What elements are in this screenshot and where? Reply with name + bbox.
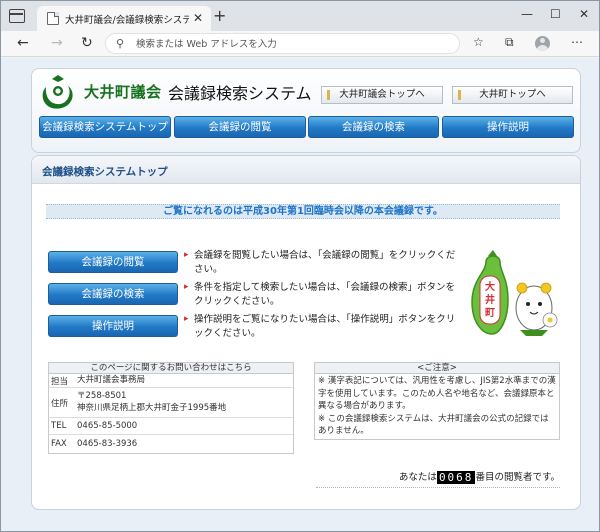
- tab-bar: 大井町議会/会議録検索システム ✕ + — ☐ ✕: [1, 1, 599, 31]
- site-title-town: 大井町議会: [84, 83, 162, 101]
- close-tab-icon[interactable]: ✕: [193, 11, 203, 25]
- browser-tab[interactable]: 大井町議会/会議録検索システム ✕: [37, 6, 211, 31]
- site-title-system: 会議録検索システム: [168, 84, 312, 103]
- counter-suffix: 番目の閲覧者です。: [475, 472, 560, 483]
- favorites-icon[interactable]: ☆: [473, 35, 484, 49]
- postal-code: 〒258-8501: [77, 391, 127, 401]
- caution-title: <ご注意>: [315, 363, 559, 374]
- maximize-icon[interactable]: ☐: [550, 7, 561, 21]
- contact-label: FAX: [51, 438, 67, 449]
- caution-notice: <ご注意> ※ 漢字表記については、汎用性を考慮し、JIS第2水準までの漢字を使…: [314, 362, 560, 440]
- contact-info: このページに関するお問い合わせはこちら 担当 大井町議会事務局 住所 〒258-…: [48, 362, 294, 454]
- contact-row: 住所 〒258-8501 神奈川県足柄上郡大井町金子1995番地: [49, 388, 293, 418]
- tab-actions-icon[interactable]: [9, 9, 25, 23]
- refresh-icon[interactable]: ↻: [81, 35, 93, 51]
- contact-row: TEL 0465-85-5000: [49, 418, 293, 435]
- address-input[interactable]: [136, 36, 436, 52]
- caution-official-note: ※ この会議録検索システムは、大井町議会の公式の記録ではありません。: [318, 413, 549, 437]
- forward-icon[interactable]: →: [51, 35, 63, 51]
- contact-value: 0465-85-5000: [77, 421, 138, 431]
- site-header: 大井町議会 会議録検索システム 大井町議会トップへ 大井町トップへ 会議録検索シ…: [31, 68, 581, 153]
- counter-prefix: あなたは: [398, 472, 437, 483]
- assembly-top-link-label: 大井町議会トップへ: [339, 89, 425, 100]
- town-logo-icon: [42, 75, 74, 109]
- contact-value: 大井町議会事務局: [77, 375, 146, 385]
- contact-label: 担当: [51, 376, 69, 387]
- town-mascot-illustration: 大 井 町: [471, 250, 558, 336]
- collections-icon[interactable]: ⧉: [505, 35, 514, 50]
- contact-label: TEL: [51, 421, 67, 431]
- town-top-link-label: 大井町トップへ: [479, 89, 546, 100]
- back-icon[interactable]: ←: [17, 35, 29, 51]
- svg-text:町: 町: [485, 307, 495, 319]
- town-top-link[interactable]: 大井町トップへ: [452, 86, 573, 104]
- nav-search-button[interactable]: 会議録の検索: [308, 116, 439, 138]
- search-minutes-button[interactable]: 会議録の検索: [48, 283, 178, 305]
- main-content: 会議録検索システムトップ ご覧になれるのは平成30年第1回臨時会以降の本会議録で…: [31, 155, 581, 510]
- contact-row: FAX 0465-83-3936: [49, 435, 293, 452]
- help-button[interactable]: 操作説明: [48, 315, 178, 337]
- address-bar[interactable]: ⚲: [105, 33, 460, 54]
- content-header: 会議録検索システムトップ: [32, 156, 580, 184]
- minimize-icon[interactable]: —: [521, 7, 533, 21]
- browse-description: 会議録を閲覧したい場合は、「会議録の閲覧」をクリックください。: [184, 248, 459, 277]
- nav-help-button[interactable]: 操作説明: [442, 116, 574, 138]
- counter-digits: 0068: [436, 471, 476, 484]
- contact-value: 0465-83-3936: [77, 438, 138, 449]
- browse-minutes-button[interactable]: 会議録の閲覧: [48, 251, 178, 273]
- svg-text:井: 井: [485, 293, 495, 306]
- contact-title: このページに関するお問い合わせはこちら: [49, 363, 293, 374]
- contact-row: 担当 大井町議会事務局: [49, 374, 293, 388]
- link-marker-icon: [458, 90, 461, 100]
- page-title: 会議録検索システムトップ: [42, 166, 168, 178]
- tab-title: 大井町議会/会議録検索システム: [65, 15, 189, 26]
- browser-window: 大井町議会/会議録検索システム ✕ + — ☐ ✕ ← → ↻ ⚲ ☆ ⧉ ⋯: [0, 0, 600, 532]
- page-icon: [47, 12, 59, 25]
- profile-avatar[interactable]: [535, 36, 550, 51]
- assembly-top-link[interactable]: 大井町議会トップへ: [321, 86, 443, 104]
- contact-label: 住所: [51, 398, 69, 409]
- search-icon: ⚲: [116, 37, 125, 50]
- new-tab-icon[interactable]: +: [213, 6, 226, 25]
- nav-browse-button[interactable]: 会議録の閲覧: [174, 116, 306, 138]
- availability-notice: ご覧になれるのは平成30年第1回臨時会以降の本会議録です。: [46, 204, 560, 219]
- page-viewport: 大井町議会 会議録検索システム 大井町議会トップへ 大井町トップへ 会議録検索シ…: [1, 58, 599, 531]
- link-marker-icon: [327, 90, 330, 100]
- caution-kanji-note: ※ 漢字表記については、汎用性を考慮し、JIS第2水準までの漢字を使用しています…: [318, 376, 556, 411]
- visitor-counter: あなたは 0068 番目の閲覧者です。: [316, 469, 560, 488]
- help-description: 操作説明をご覧になりたい場合は、「操作説明」ボタンをクリックください。: [184, 312, 459, 341]
- nav-top-button[interactable]: 会議録検索システムトップ: [39, 116, 171, 138]
- svg-text:大: 大: [485, 280, 495, 293]
- window-close-icon[interactable]: ✕: [579, 7, 589, 21]
- search-description: 条件を指定して検索したい場合は、「会議録の検索」ボタンをクリックください。: [184, 280, 459, 309]
- address-toolbar: ← → ↻ ⚲ ☆ ⧉ ⋯: [1, 31, 599, 57]
- street-address: 神奈川県足柄上郡大井町金子1995番地: [77, 403, 227, 413]
- more-menu-icon[interactable]: ⋯: [571, 35, 583, 49]
